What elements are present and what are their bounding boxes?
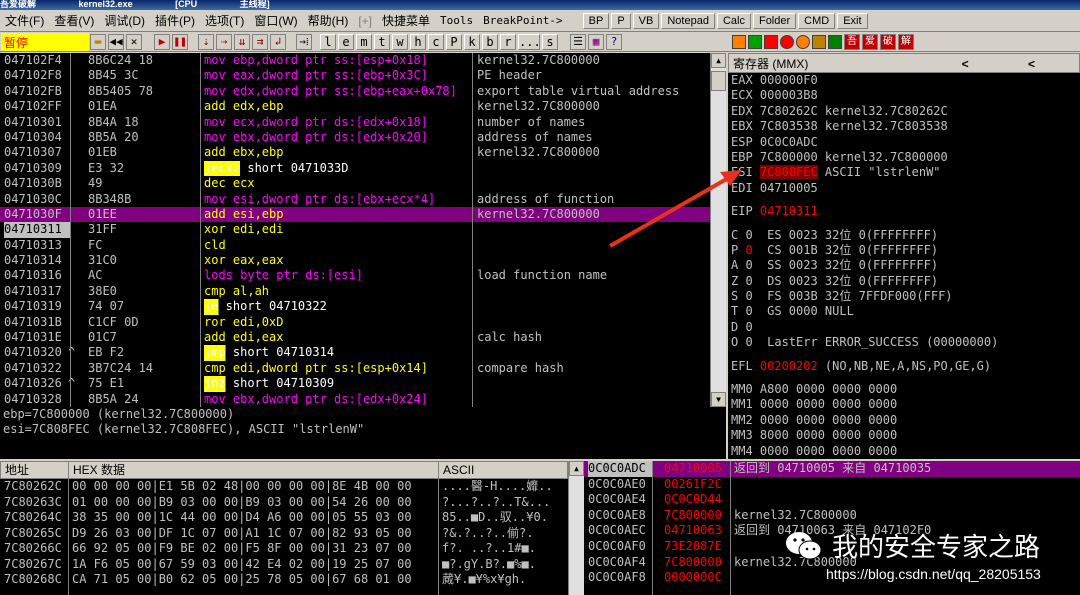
arrow-head xyxy=(720,170,742,186)
watermark-url: https://blog.csdn.net/qq_28205153 xyxy=(826,566,1041,582)
arrow-shaft xyxy=(609,175,731,248)
annotation-arrow xyxy=(609,170,742,248)
watermark-text: 我的安全专家之路 xyxy=(832,533,1041,563)
wechat-icon xyxy=(786,531,822,559)
watermark: 我的安全专家之路 xyxy=(784,527,1040,564)
